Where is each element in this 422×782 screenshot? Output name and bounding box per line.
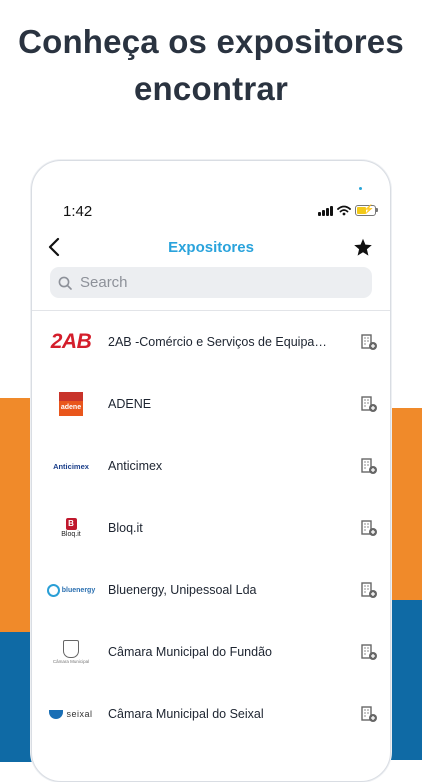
logo-anticimex-text: Anticimex	[53, 461, 89, 471]
exhibitor-row-anticimex[interactable]: Anticimex Anticimex	[32, 435, 390, 497]
exhibitor-row-2ab[interactable]: 2AB 2AB -Comércio e Serviços de Equipame…	[32, 311, 390, 373]
search-icon	[57, 275, 73, 291]
add-building-icon[interactable]	[360, 395, 378, 413]
search-input[interactable]	[78, 273, 362, 292]
exhibitor-name: Câmara Municipal do Fundão	[108, 645, 272, 659]
exhibitor-logo-2ab: 2AB	[34, 322, 108, 362]
status-icons: ⚡	[318, 204, 378, 216]
headline-line-2: encontrar	[133, 70, 288, 107]
add-building-icon[interactable]	[360, 333, 378, 351]
logo-fundao-text: Câmara Municipal	[52, 659, 90, 664]
exhibitor-row-fundao[interactable]: Câmara Municipal Câmara Municipal do Fun…	[32, 621, 390, 683]
exhibitor-row-adene[interactable]: adene ADENE	[32, 373, 390, 435]
exhibitor-name: ADENE	[108, 397, 152, 411]
add-building-icon[interactable]	[360, 519, 378, 537]
exhibitor-logo-seixal: seixal	[34, 694, 108, 734]
favorites-button[interactable]	[350, 233, 376, 261]
logo-bluenergy-text: bluenergy	[61, 586, 96, 594]
add-building-icon[interactable]	[360, 581, 378, 599]
battery-icon: ⚡	[355, 204, 378, 216]
star-icon	[354, 238, 372, 256]
exhibitor-logo-bloqit: B Bloq.it	[61, 518, 81, 538]
promo-headline: Conheça os expositores encontrar	[0, 18, 422, 112]
logo-2ab-number: 2	[50, 330, 63, 353]
search-bar	[50, 267, 372, 298]
exhibitor-list: 2AB 2AB -Comércio e Serviços de Equipame…	[32, 311, 390, 745]
status-time: 1:42	[63, 203, 93, 220]
exhibitor-row-bloqit[interactable]: B Bloq.it Bloq.it	[32, 497, 390, 559]
exhibitor-logo-adene: adene	[34, 384, 108, 424]
exhibitor-row-bluenergy[interactable]: bluenergy Bluenergy, Unipessoal Lda	[32, 559, 390, 621]
exhibitor-row-seixal[interactable]: seixal Câmara Municipal do Seixal	[32, 683, 390, 745]
exhibitor-logo-bluenergy: bluenergy	[34, 570, 108, 610]
page-title: Expositores	[168, 239, 254, 256]
logo-seixal-text: seixal	[66, 709, 93, 719]
exhibitor-name: Bloq.it	[108, 521, 143, 535]
add-building-icon[interactable]	[360, 643, 378, 661]
exhibitor-name: 2AB -Comércio e Serviços de Equipame...	[108, 335, 334, 349]
logo-adene-text: adene	[60, 404, 82, 411]
logo-2ab-letters: AB	[61, 330, 92, 353]
add-building-icon[interactable]	[360, 457, 378, 475]
headline-line-1: Conheça os expositores	[18, 23, 404, 60]
wifi-icon	[337, 205, 351, 216]
exhibitor-name: Câmara Municipal do Seixal	[108, 707, 264, 721]
signal-icon	[318, 205, 333, 216]
exhibitor-name: Bluenergy, Unipessoal Lda	[108, 583, 257, 597]
add-building-icon[interactable]	[360, 705, 378, 723]
camera-dot	[359, 187, 362, 190]
exhibitor-logo-anticimex: Anticimex	[34, 446, 108, 486]
logo-bloqit-text: Bloq.it	[61, 531, 81, 538]
exhibitor-name: Anticimex	[108, 459, 163, 473]
phone-frame: 1:42 ⚡ Expositores Search 2AB 2AB -Comér…	[31, 160, 391, 782]
exhibitor-logo-fundao: Câmara Municipal	[34, 632, 108, 672]
